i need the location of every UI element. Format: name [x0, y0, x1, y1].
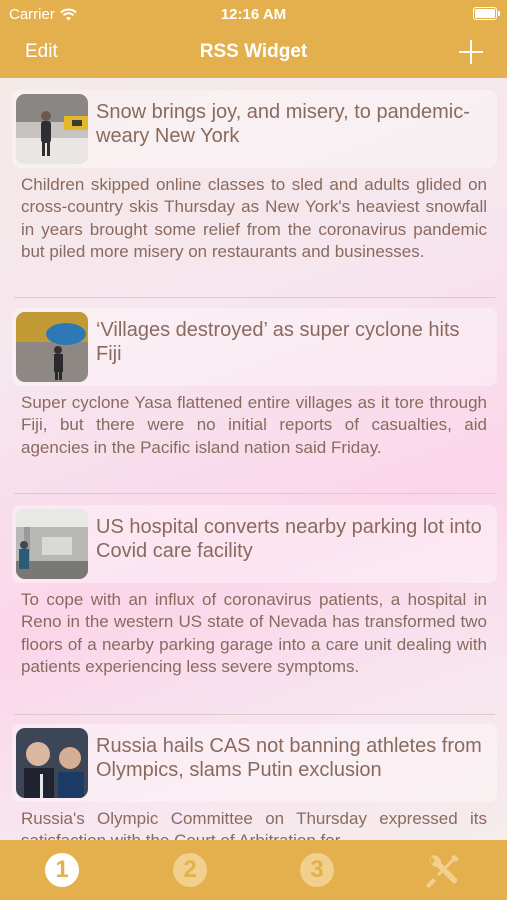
thumbnail-image [16, 509, 88, 579]
item-headline: Snow brings joy, and misery, to pandemic… [96, 101, 470, 147]
thumbnail-image [16, 312, 88, 382]
item-headline: ‘Villages destroyed’ as super cyclone hi… [96, 319, 460, 365]
item-summary: Super cyclone Yasa flattened entire vill… [21, 393, 487, 457]
item-summary: Children skipped online classes to sled … [21, 175, 487, 262]
divider [14, 297, 495, 298]
item-header: ‘Villages destroyed’ as super cyclone hi… [12, 308, 497, 386]
tab-settings[interactable] [423, 850, 461, 888]
item-header: US hospital converts nearby parking lot … [12, 505, 497, 583]
status-time: 12:16 AM [220, 6, 287, 23]
edit-button[interactable]: Edit [25, 41, 58, 63]
tab-1-icon: 1 [45, 853, 79, 887]
battery-icon [473, 7, 500, 20]
item-header: Snow brings joy, and misery, to pandemic… [12, 90, 497, 168]
add-icon[interactable] [459, 40, 483, 64]
item-headline: Russia hails CAS not banning athletes fr… [96, 735, 482, 781]
item-summary: Russia's Olympic Committee on Thursday e… [21, 809, 487, 840]
item-headline: US hospital converts nearby parking lot … [96, 516, 482, 562]
tab-bar: 1 2 3 [0, 840, 507, 900]
tools-icon [426, 855, 459, 888]
thumbnail-image [16, 94, 88, 164]
feed-list[interactable]: Snow brings joy, and misery, to pandemic… [0, 78, 507, 840]
status-bar: Carrier 12:16 AM [0, 0, 507, 30]
item-summary: To cope with an influx of coronavirus pa… [21, 590, 487, 677]
thumbnail-image [16, 728, 88, 798]
nav-bar: Edit RSS Widget [0, 30, 507, 78]
tab-2[interactable]: 2 [173, 853, 211, 891]
tab-2-icon: 2 [173, 853, 207, 887]
tab-3[interactable]: 3 [300, 853, 338, 891]
divider [14, 493, 495, 494]
page-title: RSS Widget [199, 41, 308, 62]
divider [14, 714, 495, 715]
item-header: Russia hails CAS not banning athletes fr… [12, 724, 497, 802]
tab-3-icon: 3 [300, 853, 334, 887]
tab-1[interactable]: 1 [45, 853, 83, 891]
